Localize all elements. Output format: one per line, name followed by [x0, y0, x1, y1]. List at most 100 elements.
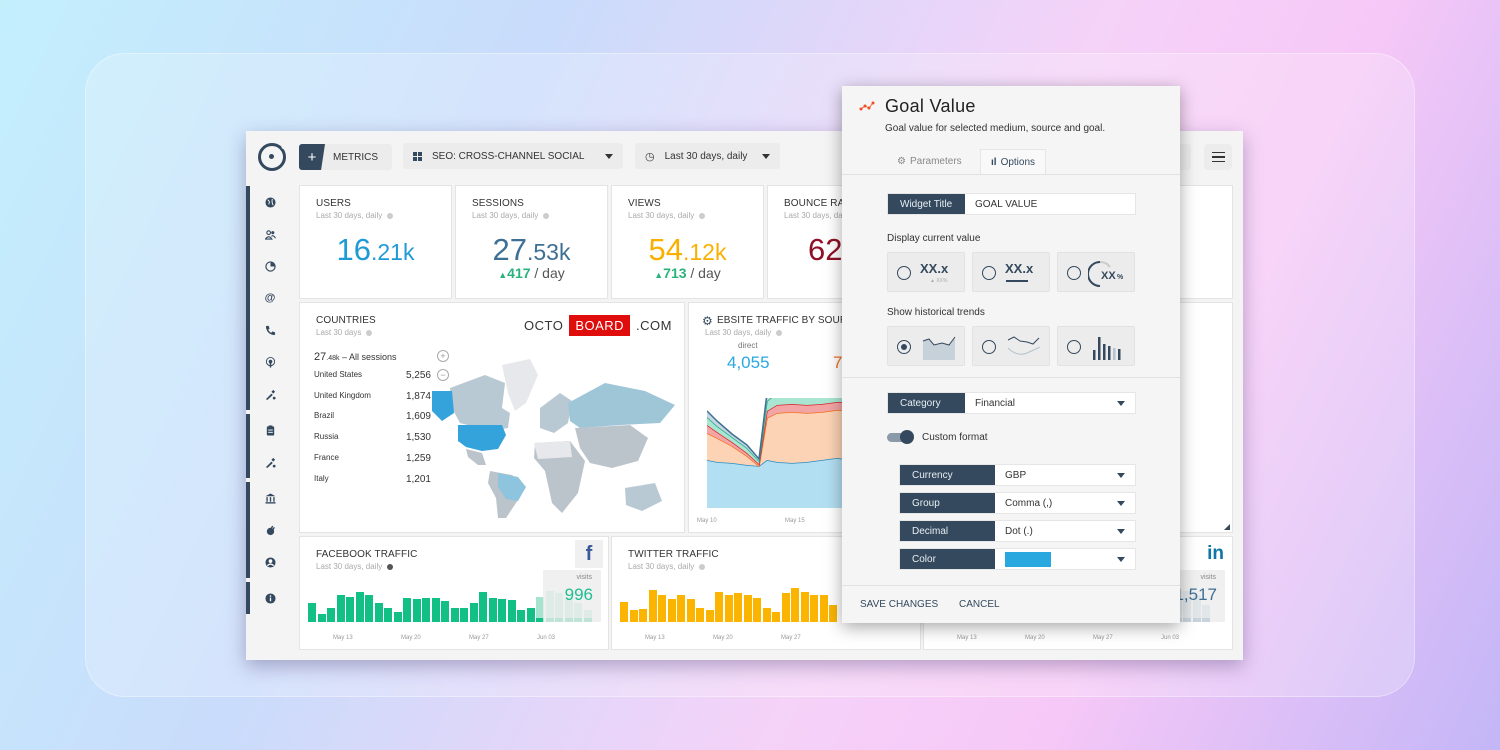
bar	[658, 595, 666, 622]
sidebar-item-clipboard[interactable]	[250, 414, 286, 446]
facebook-icon: f	[575, 540, 603, 568]
info-dot-icon	[387, 563, 394, 570]
group-select[interactable]: Group Comma (,)	[899, 492, 1136, 514]
bar	[403, 597, 411, 622]
add-metrics-button[interactable]: + METRICS	[299, 144, 392, 170]
widget-title-input[interactable]: GOAL VALUE	[965, 194, 1135, 214]
x-tick-label: May 13	[333, 635, 353, 641]
radio-button[interactable]	[982, 340, 996, 354]
display-option-plain[interactable]: XX.x ▲ XX%	[887, 252, 965, 292]
custom-format-toggle[interactable]	[887, 430, 914, 444]
custom-format-label: Custom format	[922, 432, 988, 443]
card-title: COUNTRIES	[316, 315, 376, 326]
kpi-value: 62	[808, 232, 843, 267]
bar	[639, 609, 647, 622]
sidebar-item-touch[interactable]	[250, 346, 286, 378]
trend-option-bar[interactable]	[1057, 326, 1135, 366]
gauge-icon: XX %	[1088, 260, 1124, 287]
gear-icon[interactable]: ⚙	[702, 314, 713, 328]
kpi-card-users[interactable]: USERS Last 30 days, daily 16.21k	[299, 185, 452, 299]
country-name: Italy	[314, 473, 329, 483]
sidebar-item-tools[interactable]	[250, 378, 286, 410]
bar	[800, 592, 809, 622]
sidebar-group: @	[246, 186, 286, 410]
sidebar-item-users[interactable]	[250, 218, 286, 250]
radio-button[interactable]	[1067, 340, 1081, 354]
app-logo[interactable]	[258, 141, 291, 171]
line-chart-icon	[1007, 336, 1041, 355]
widget-title-field[interactable]: Widget Title GOAL VALUE	[887, 193, 1136, 215]
at-icon: @	[264, 292, 276, 304]
menu-button[interactable]	[1204, 144, 1232, 170]
save-changes-button[interactable]: SAVE CHANGES	[860, 599, 938, 610]
country-row[interactable]: United Kingdom 1,874	[314, 391, 431, 402]
country-name: United States	[314, 370, 363, 379]
country-row[interactable]: France 1,259	[314, 453, 431, 464]
x-tick-label: May 13	[645, 635, 665, 641]
sidebar-item-phone[interactable]	[250, 314, 286, 346]
color-select[interactable]: Color	[899, 548, 1136, 570]
sidebar-item-analytics[interactable]	[250, 250, 286, 282]
map-australia	[625, 483, 662, 511]
radio-button[interactable]	[1067, 266, 1081, 280]
sidebar-item-bank[interactable]	[250, 482, 286, 514]
chevron-down-icon	[762, 153, 770, 159]
dashboard-select[interactable]: SEO: CROSS-CHANNEL SOCIAL	[403, 143, 623, 169]
world-map[interactable]	[430, 353, 680, 523]
facebook-traffic-card[interactable]: FACEBOOK TRAFFIC Last 30 days, daily f v…	[299, 536, 609, 650]
resize-handle[interactable]	[1224, 524, 1230, 530]
tab-options[interactable]: ıl Options	[980, 149, 1047, 174]
info-icon	[264, 592, 276, 604]
radio-button[interactable]	[982, 266, 996, 280]
sidebar-item-globe[interactable]	[250, 186, 286, 218]
sidebar-item-tools-2[interactable]	[250, 446, 286, 478]
info-dot-icon	[776, 329, 783, 336]
clock-icon: ◷	[645, 150, 655, 163]
country-row[interactable]: Brazil 1,609	[314, 411, 431, 422]
country-row[interactable]: Russia 1,530	[314, 432, 431, 443]
kpi-card-views[interactable]: VIEWS Last 30 days, daily 54.12k ▲713 / …	[611, 185, 764, 299]
trend-option-line[interactable]	[972, 326, 1050, 366]
trend-option-area[interactable]	[887, 326, 965, 366]
tab-parameters[interactable]: ⚙ Parameters	[887, 149, 972, 174]
radio-button-selected[interactable]	[897, 340, 911, 354]
visits-value: 1,517	[1174, 585, 1217, 604]
category-select[interactable]: Category Financial	[887, 392, 1136, 414]
radio-button[interactable]	[897, 266, 911, 280]
chevron-down-icon	[605, 153, 613, 159]
decimal-select[interactable]: Decimal Dot (.)	[899, 520, 1136, 542]
map-alaska	[432, 391, 454, 421]
direct-value: 4,055	[727, 353, 770, 372]
info-dot-icon	[387, 212, 394, 219]
sidebar-item-account[interactable]	[250, 546, 286, 578]
period-select[interactable]: ◷ Last 30 days, daily	[635, 143, 780, 169]
cancel-button[interactable]: CANCEL	[959, 599, 1000, 610]
country-name: France	[314, 452, 339, 462]
bar	[620, 601, 628, 622]
sidebar-item-info[interactable]	[250, 582, 286, 614]
display-option-underline[interactable]: XX.x	[972, 252, 1050, 292]
bar	[393, 611, 402, 622]
bar	[667, 598, 676, 622]
bar	[791, 588, 799, 622]
area-chart-icon	[922, 336, 956, 360]
country-name: United Kingdom	[314, 390, 371, 400]
country-name: Brazil	[314, 411, 335, 421]
touch-icon	[265, 356, 275, 368]
x-tick-label: May 13	[957, 635, 977, 641]
card-subtitle: Last 30 days, daily	[316, 211, 394, 220]
country-row[interactable]: United States 5,256	[314, 370, 431, 381]
currency-select[interactable]: Currency GBP	[899, 464, 1136, 486]
sidebar-item-email[interactable]: @	[250, 282, 286, 314]
bar	[460, 607, 468, 622]
tab-divider	[842, 174, 1180, 175]
display-option-gauge[interactable]: XX %	[1057, 252, 1135, 292]
sidebar-item-plugins[interactable]	[250, 514, 286, 546]
up-triangle-icon: ▲	[654, 270, 664, 280]
country-row[interactable]: Italy 1,201	[314, 474, 431, 485]
kpi-card-sessions[interactable]: SESSIONS Last 30 days, daily 27.53k ▲417…	[455, 185, 608, 299]
countries-card[interactable]: COUNTRIES Last 30 days 27.48k – All sess…	[299, 302, 685, 533]
plus-icon: +	[299, 144, 325, 170]
card-title: EBSITE TRAFFIC BY SOURCE	[717, 315, 862, 326]
bar	[317, 613, 326, 622]
